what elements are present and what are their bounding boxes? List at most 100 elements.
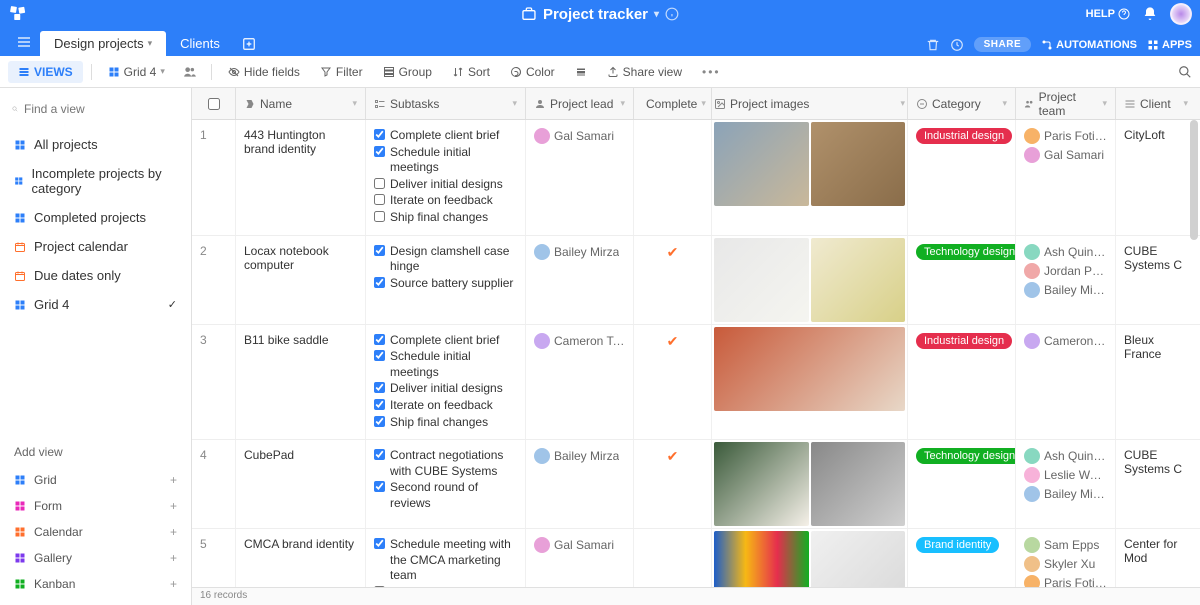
team-member[interactable]: Ash Quintana [1024, 448, 1107, 464]
subtask-item[interactable]: Contract negotiations with CUBE Systems [374, 448, 517, 479]
cell-category[interactable]: Technology design [908, 236, 1016, 324]
team-member[interactable]: Paris Fotiou [1024, 128, 1107, 144]
subtask-item[interactable]: Source battery supplier [374, 276, 517, 292]
sidebar-view-item[interactable]: Project calendar [0, 232, 191, 261]
help-link[interactable]: HELP [1086, 8, 1130, 20]
app-logo[interactable] [8, 4, 28, 24]
cell-client[interactable]: CityLoft [1116, 120, 1196, 235]
column-images[interactable]: Project images▾ [712, 88, 908, 119]
add-view-form[interactable]: Form+ [0, 493, 191, 519]
subtask-checkbox[interactable] [374, 245, 385, 256]
user-avatar[interactable] [1170, 3, 1192, 25]
project-image-thumb[interactable] [714, 122, 809, 206]
team-member[interactable]: Paris Fotiou [1024, 575, 1107, 587]
subtask-item[interactable]: Iterate on feedback [374, 193, 517, 209]
team-member[interactable]: Ash Quintana [1024, 244, 1107, 260]
team-member[interactable]: Skyler Xu [1024, 556, 1107, 572]
cell-images[interactable] [712, 440, 908, 528]
subtask-checkbox[interactable] [374, 399, 385, 410]
subtask-checkbox[interactable] [374, 334, 385, 345]
column-team[interactable]: Project team▾ [1016, 88, 1116, 119]
table-row[interactable]: 1 443 Huntington brand identity Complete… [192, 120, 1200, 236]
more-button[interactable]: ••• [694, 61, 729, 83]
cell-category[interactable]: Industrial design [908, 120, 1016, 235]
subtask-item[interactable]: Second round of reviews [374, 480, 517, 511]
cell-name[interactable]: B11 bike saddle [236, 325, 366, 440]
subtask-checkbox[interactable] [374, 146, 385, 157]
project-image-thumb[interactable] [714, 531, 809, 587]
cell-name[interactable]: Locax notebook computer [236, 236, 366, 324]
cell-lead[interactable]: Bailey Mirza [526, 236, 634, 324]
team-member[interactable]: Sam Epps [1024, 537, 1107, 553]
cell-category[interactable]: Industrial design [908, 325, 1016, 440]
sidebar-view-item[interactable]: Completed projects [0, 203, 191, 232]
search-icon[interactable] [1178, 65, 1192, 79]
share-button[interactable]: SHARE [974, 37, 1032, 52]
subtask-checkbox[interactable] [374, 178, 385, 189]
add-table-button[interactable] [234, 32, 264, 56]
color-button[interactable]: Color [502, 61, 563, 83]
cell-client[interactable]: Center for Mod [1116, 529, 1196, 587]
column-category[interactable]: Category▾ [908, 88, 1016, 119]
cell-lead[interactable]: Gal Samari [526, 529, 634, 587]
sidebar-view-item[interactable]: Incomplete projects by category [0, 159, 191, 203]
sidebar-view-item[interactable]: Due dates only [0, 261, 191, 290]
info-icon[interactable] [665, 7, 679, 21]
table-row[interactable]: 2 Locax notebook computer Design clamshe… [192, 236, 1200, 325]
column-subtasks[interactable]: Subtasks▾ [366, 88, 526, 119]
table-row[interactable]: 3 B11 bike saddle Complete client briefS… [192, 325, 1200, 441]
team-member[interactable]: Bailey Mirza [1024, 282, 1107, 298]
project-image-thumb[interactable] [714, 327, 905, 411]
subtask-checkbox[interactable] [374, 211, 385, 222]
table-row[interactable]: 5 CMCA brand identity Schedule meeting w… [192, 529, 1200, 587]
hide-fields-button[interactable]: Hide fields [220, 61, 308, 83]
subtask-item[interactable]: Ship final changes [374, 210, 517, 226]
subtask-item[interactable]: Complete client brief [374, 333, 517, 349]
apps-button[interactable]: APPS [1147, 39, 1192, 51]
column-client[interactable]: Client▾ [1116, 88, 1196, 119]
subtask-item[interactable]: Iterate on feedback [374, 398, 517, 414]
add-view-grid[interactable]: Grid+ [0, 467, 191, 493]
views-button[interactable]: VIEWS [8, 61, 83, 83]
cell-complete[interactable] [634, 529, 712, 587]
sidebar-view-item[interactable]: Grid 4✓ [0, 290, 191, 319]
subtask-checkbox[interactable] [374, 449, 385, 460]
column-lead[interactable]: Project lead▾ [526, 88, 634, 119]
subtask-checkbox[interactable] [374, 194, 385, 205]
project-image-thumb[interactable] [714, 238, 809, 322]
cell-complete[interactable]: ✔ [634, 236, 712, 324]
subtask-item[interactable]: Deliver initial designs [374, 381, 517, 397]
cell-complete[interactable] [634, 120, 712, 235]
scrollbar[interactable] [1190, 120, 1198, 240]
subtask-checkbox[interactable] [374, 416, 385, 427]
cell-client[interactable]: Bleux France [1116, 325, 1196, 440]
subtask-checkbox[interactable] [374, 538, 385, 549]
subtask-checkbox[interactable] [374, 129, 385, 140]
team-member[interactable]: Bailey Mirza [1024, 486, 1107, 502]
sort-button[interactable]: Sort [444, 61, 498, 83]
share-view-button[interactable]: Share view [599, 61, 690, 83]
cell-name[interactable]: CMCA brand identity [236, 529, 366, 587]
cell-images[interactable] [712, 236, 908, 324]
team-member[interactable]: Leslie Walker [1024, 467, 1107, 483]
subtask-item[interactable]: Schedule meeting with the CMCA marketing… [374, 537, 517, 584]
project-image-thumb[interactable] [811, 238, 906, 322]
automations-button[interactable]: AUTOMATIONS [1041, 39, 1137, 51]
trash-icon[interactable] [926, 38, 940, 52]
cell-lead[interactable]: Gal Samari [526, 120, 634, 235]
cell-category[interactable]: Technology design [908, 440, 1016, 528]
cell-category[interactable]: Brand identity [908, 529, 1016, 587]
cell-images[interactable] [712, 325, 908, 440]
view-search-input[interactable] [24, 102, 179, 116]
cell-lead[interactable]: Cameron Toth [526, 325, 634, 440]
team-member[interactable]: Gal Samari [1024, 147, 1107, 163]
subtask-checkbox[interactable] [374, 350, 385, 361]
add-view-calendar[interactable]: Calendar+ [0, 519, 191, 545]
project-image-thumb[interactable] [811, 531, 906, 587]
cell-lead[interactable]: Bailey Mirza [526, 440, 634, 528]
cell-name[interactable]: 443 Huntington brand identity [236, 120, 366, 235]
sidebar-view-item[interactable]: All projects [0, 130, 191, 159]
cell-name[interactable]: CubePad [236, 440, 366, 528]
project-image-thumb[interactable] [714, 442, 809, 526]
row-height-button[interactable] [567, 62, 595, 82]
